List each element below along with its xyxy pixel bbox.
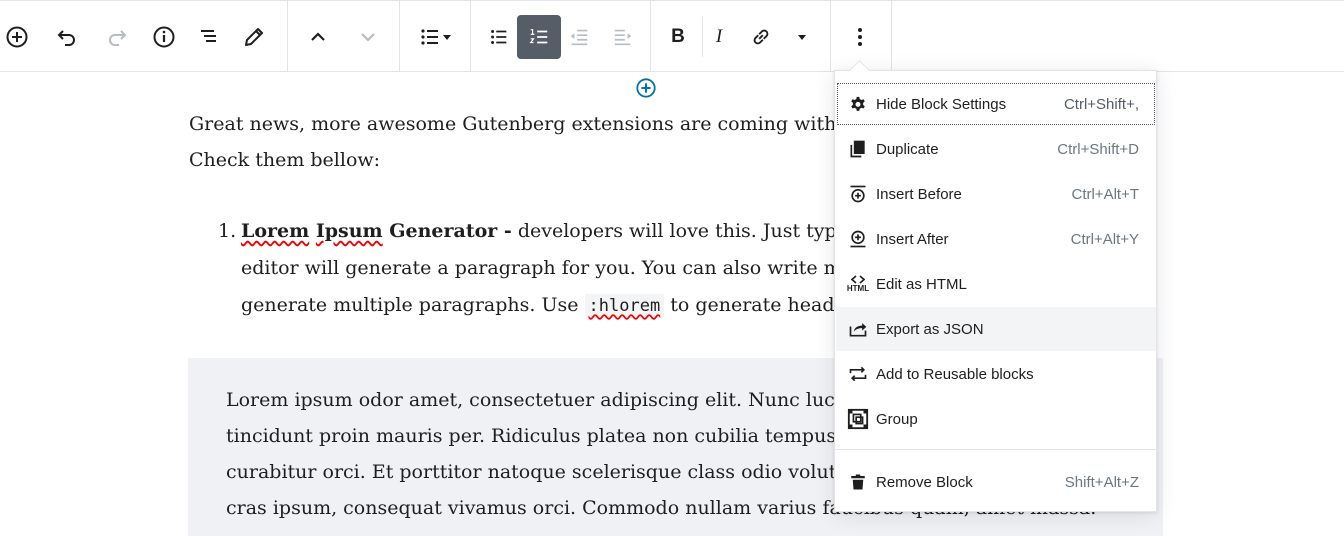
info-button[interactable] [142, 15, 186, 59]
italic-button[interactable]: I [697, 15, 741, 59]
remove-block-item[interactable]: Remove Block Shift+Alt+Z [836, 460, 1156, 504]
paragraph-block[interactable]: Great news, more awesome Gutenberg exten… [189, 106, 869, 178]
inline-code: :hlorem [584, 294, 665, 318]
list-text: generate multiple paragraphs. Use [241, 294, 585, 316]
move-up-button[interactable] [296, 15, 340, 59]
caret-down-icon [443, 35, 451, 40]
unordered-list-button[interactable] [477, 15, 521, 59]
outline-list-icon [201, 30, 216, 42]
paragraph-line: Great news, more awesome Gutenberg exten… [189, 113, 857, 135]
outline-button[interactable] [187, 15, 231, 59]
outdent-button[interactable] [557, 15, 601, 59]
trash-icon [846, 470, 870, 494]
toolbar-divider [830, 1, 831, 71]
insert-before-item[interactable]: Insert Before Ctrl+Alt+T [836, 172, 1156, 216]
redo-button[interactable] [95, 15, 139, 59]
indent-icon [614, 29, 632, 46]
html-icon: HTML [846, 272, 870, 296]
link-icon [753, 29, 769, 45]
outdent-icon [570, 29, 588, 46]
menu-item-shortcut: Ctrl+Alt+T [1071, 185, 1139, 203]
menu-item-label: Export as JSON [876, 320, 984, 338]
chevron-down-icon [361, 33, 375, 42]
list-icon [421, 29, 438, 45]
menu-divider [835, 449, 1156, 450]
numbered-list-icon [529, 29, 548, 44]
toolbar-divider [470, 1, 471, 71]
bold-word: Ipsum [315, 220, 383, 242]
move-down-button[interactable] [346, 15, 390, 59]
info-icon [153, 26, 175, 48]
undo-button[interactable] [45, 15, 89, 59]
pencil-icon [245, 28, 263, 46]
bold-button[interactable]: B [656, 15, 700, 59]
group-icon [846, 407, 870, 431]
toolbar-divider [399, 1, 400, 71]
list-number: 1. [218, 220, 237, 242]
italic-icon: I [715, 26, 723, 47]
bold-icon: B [671, 26, 685, 47]
export-icon [846, 317, 870, 341]
menu-item-label: Add to Reusable blocks [876, 365, 1034, 383]
duplicate-icon [846, 137, 870, 161]
list-text: to generate headin [664, 294, 853, 316]
add-block-button[interactable] [0, 15, 39, 59]
group-item[interactable]: Group [836, 397, 1156, 441]
menu-item-shortcut: Ctrl+Alt+Y [1070, 230, 1139, 248]
paragraph-line: Check them bellow: [189, 149, 381, 171]
sibling-inserter-button[interactable] [634, 76, 658, 100]
caret-down-icon [798, 35, 806, 40]
insert-after-icon [846, 227, 870, 251]
bold-word: Generator - [389, 220, 512, 242]
insert-after-item[interactable]: Insert After Ctrl+Alt+Y [836, 217, 1156, 261]
menu-item-shortcut: Shift+Alt+Z [1064, 473, 1139, 491]
more-rich-text-button[interactable] [780, 15, 824, 59]
toolbar-divider [891, 1, 892, 71]
menu-item-label: Edit as HTML [876, 275, 967, 293]
plus-circle-icon [6, 26, 28, 48]
bold-word: Lorem [241, 220, 310, 242]
insert-before-icon [846, 182, 870, 206]
ordered-list-button[interactable] [517, 15, 561, 59]
more-options-button[interactable] [838, 15, 882, 59]
chevron-up-icon [311, 32, 325, 41]
indent-button[interactable] [601, 15, 645, 59]
menu-item-label: Hide Block Settings [876, 95, 1007, 113]
bullet-list-icon [491, 30, 507, 44]
edit-button[interactable] [232, 15, 276, 59]
link-button[interactable] [739, 15, 783, 59]
menu-item-label: Group [876, 410, 918, 428]
export-as-json-item[interactable]: Export as JSON [836, 307, 1156, 351]
reusable-icon [846, 362, 870, 386]
menu-item-shortcut: Ctrl+Shift+D [1057, 140, 1139, 158]
add-to-reusable-blocks-item[interactable]: Add to Reusable blocks [836, 352, 1156, 396]
menu-item-label: Remove Block [876, 473, 973, 491]
list-text: developers will love this. Just type [511, 220, 848, 242]
list-item-line: editor will generate a paragraph for you… [241, 257, 854, 279]
list-item-line: generate multiple paragraphs. Use :hlore… [241, 287, 853, 325]
undo-icon [57, 30, 75, 46]
gear-icon [846, 92, 870, 116]
block-toolbar: B I [0, 0, 1344, 72]
html-icon-text: HTML [846, 284, 870, 293]
menu-item-label: Insert After [876, 230, 949, 248]
menu-item-shortcut: Ctrl+Shift+, [1063, 95, 1139, 113]
edit-as-html-item[interactable]: HTML Edit as HTML [836, 262, 1156, 306]
toolbar-divider [287, 1, 288, 71]
list-item-line: Lorem Ipsum Generator - developers will … [241, 213, 848, 250]
hide-block-settings-item[interactable]: Hide Block Settings Ctrl+Shift+, [836, 82, 1156, 126]
duplicate-item[interactable]: Duplicate Ctrl+Shift+D [836, 127, 1156, 171]
list-type-switcher[interactable] [411, 15, 459, 59]
plus-circle-icon [636, 78, 656, 98]
block-settings-menu: Hide Block Settings Ctrl+Shift+, Duplica… [834, 70, 1157, 512]
vertical-ellipsis-icon [858, 28, 862, 46]
toolbar-divider [650, 1, 651, 71]
menu-item-label: Insert Before [876, 185, 962, 203]
redo-icon [109, 30, 127, 46]
menu-item-label: Duplicate [876, 140, 939, 158]
